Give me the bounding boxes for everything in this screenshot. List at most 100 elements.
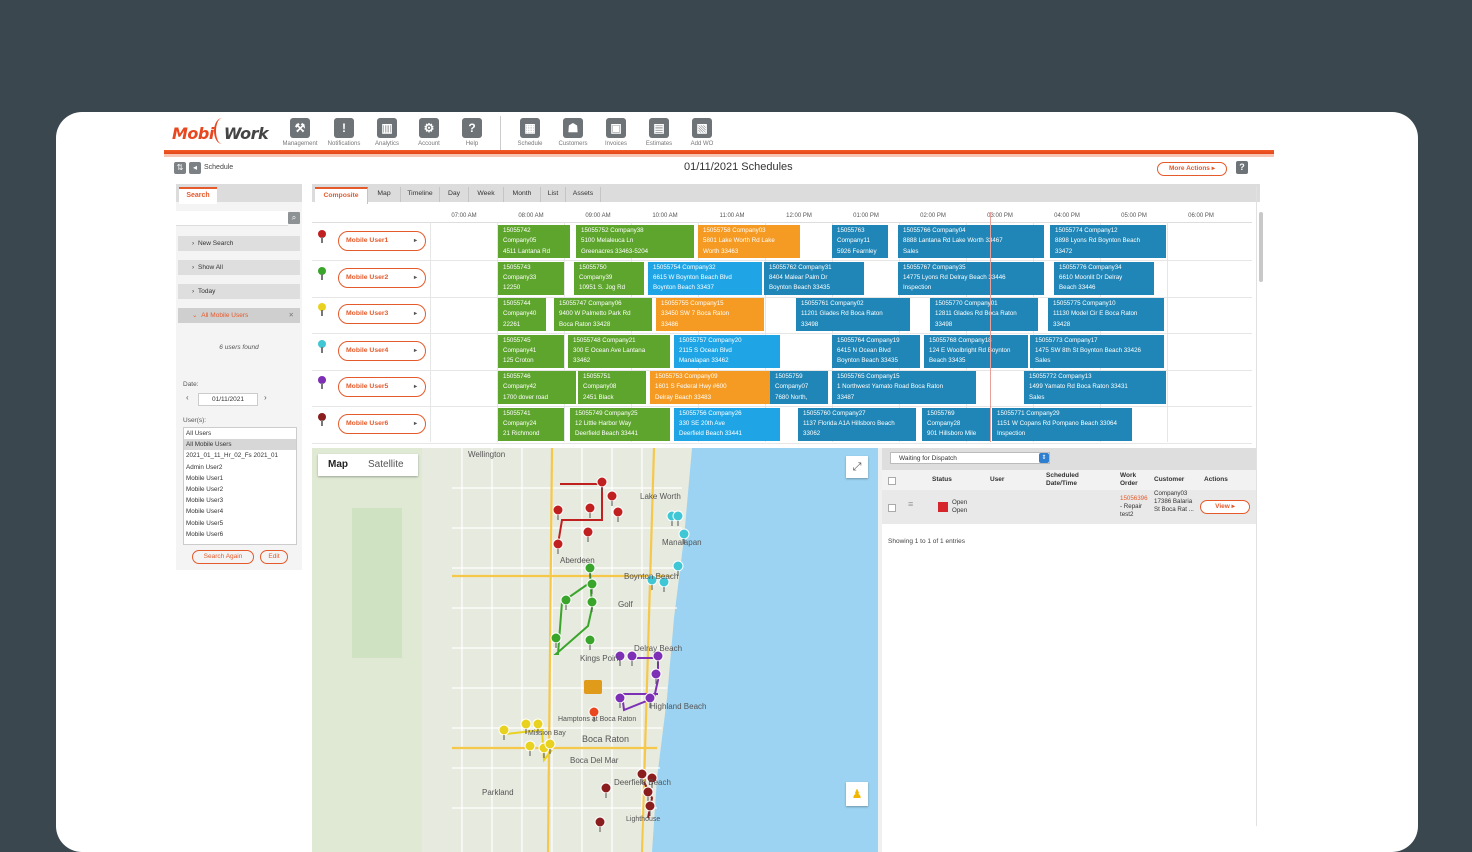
user-option[interactable]: Mobile User2 bbox=[184, 484, 296, 495]
map-marker-icon[interactable] bbox=[544, 738, 556, 750]
fullscreen-icon[interactable]: ⤢ bbox=[846, 456, 868, 478]
search-icon[interactable]: ⌕ bbox=[288, 212, 300, 224]
mobile-user-button[interactable]: Mobile User2 ▸ bbox=[338, 267, 426, 288]
job-block[interactable]: 15055769 Company28 901 Hillsboro Mile bbox=[922, 407, 990, 441]
nav-help-button[interactable]: ? Help bbox=[450, 118, 494, 147]
map-marker-icon[interactable] bbox=[672, 560, 684, 572]
map-marker-icon[interactable] bbox=[672, 510, 684, 522]
job-block[interactable]: 15055758 Company03 5801 Lake Worth Rd Lak… bbox=[698, 225, 800, 258]
mobile-user-button[interactable]: Mobile User4 ▸ bbox=[338, 340, 426, 361]
edit-button[interactable]: Edit bbox=[260, 550, 288, 564]
job-block[interactable]: 15055744 Company40 22261 bbox=[498, 298, 546, 331]
job-block[interactable]: 15055745 Company41 125 Croton bbox=[498, 334, 564, 368]
job-block[interactable]: 15055753 Company09 1601 S Federal Hwy #60… bbox=[650, 371, 770, 404]
close-icon[interactable]: ✕ bbox=[289, 308, 294, 323]
nav-customers-button[interactable]: ☗ Customers bbox=[551, 118, 595, 147]
nav-add-wo-button[interactable]: ▧ Add WO bbox=[680, 118, 724, 147]
job-block[interactable]: 15055757 Company20 2115 S Ocean Blvd Manal… bbox=[674, 334, 780, 368]
user-option[interactable]: Mobile User3 bbox=[184, 495, 296, 506]
header-status[interactable]: Status bbox=[932, 476, 952, 484]
mobile-user-button[interactable]: Mobile User5 ▸ bbox=[338, 377, 426, 397]
job-block[interactable]: 15055747 Company06 9400 W Palmetto Park R… bbox=[554, 298, 652, 331]
nav-management-button[interactable]: ⚒ Management bbox=[278, 118, 322, 147]
tab-composite[interactable]: Composite bbox=[315, 187, 368, 204]
map-marker-icon[interactable] bbox=[614, 692, 626, 704]
map-marker-icon[interactable] bbox=[594, 816, 606, 828]
mobile-user-button[interactable]: Mobile User3 ▸ bbox=[338, 304, 426, 324]
job-block[interactable]: 15055746 Company42 1700 dover road bbox=[498, 371, 576, 404]
street-view-icon[interactable]: ♟ bbox=[846, 782, 868, 806]
row-checkbox[interactable] bbox=[888, 504, 896, 512]
map-marker-icon[interactable] bbox=[600, 782, 612, 794]
job-block[interactable]: 15055775 Company10 11130 Model Cir E Boca… bbox=[1048, 298, 1164, 331]
map-marker-icon[interactable] bbox=[586, 578, 598, 590]
map-marker-icon[interactable] bbox=[520, 718, 532, 730]
job-block[interactable]: 15055743 Company33 12250 bbox=[498, 261, 564, 295]
header-user[interactable]: User bbox=[990, 476, 1004, 484]
map-marker-icon[interactable] bbox=[644, 800, 656, 812]
route-map[interactable]: Wellington Lake Worth Manalapan Boynton … bbox=[312, 448, 878, 852]
search-input[interactable] bbox=[176, 211, 288, 226]
truck-icon[interactable] bbox=[584, 680, 602, 694]
nav-account-button[interactable]: ⚙ Account bbox=[407, 118, 451, 147]
user-option[interactable]: Admin User2 bbox=[184, 462, 296, 473]
work-order-link[interactable]: 15056396 bbox=[1120, 495, 1148, 502]
job-block[interactable]: 15055776 Company34 6610 Moonlit Dr Delray… bbox=[1054, 261, 1154, 295]
map-marker-icon[interactable] bbox=[560, 594, 572, 606]
tab-day[interactable]: Day bbox=[440, 187, 469, 202]
job-block[interactable]: 15055749 Company25 12 Little Harbor Way De… bbox=[570, 407, 670, 441]
map-marker-icon[interactable] bbox=[582, 526, 594, 538]
job-block[interactable]: 15055766 Company04 8888 Lantana Rd Lake W… bbox=[898, 225, 1044, 258]
job-block[interactable]: 15055772 Company13 1499 Yamato Rd Boca Ra… bbox=[1024, 371, 1166, 404]
map-marker-icon[interactable] bbox=[650, 668, 662, 680]
map-marker-icon[interactable] bbox=[612, 506, 624, 518]
tab-month[interactable]: Month bbox=[504, 187, 541, 202]
map-marker-icon[interactable] bbox=[498, 724, 510, 736]
mobile-user-button[interactable]: Mobile User1 ▸ bbox=[338, 231, 426, 251]
job-block[interactable]: 15055767 Company35 14775 Lyons Rd Delray … bbox=[898, 261, 1044, 295]
mobile-user-button[interactable]: Mobile User6 ▸ bbox=[338, 413, 426, 434]
new-search-item[interactable]: › New Search bbox=[178, 236, 300, 251]
job-block[interactable]: 15055774 Company12 8898 Lyons Rd Boynton … bbox=[1050, 225, 1166, 258]
collapse-left-icon[interactable]: ⇅ bbox=[174, 162, 186, 174]
job-block[interactable]: 15055754 Company32 6615 W Boynton Beach B… bbox=[648, 261, 762, 295]
map-marker-icon[interactable] bbox=[552, 504, 564, 516]
user-option[interactable]: Mobile User4 bbox=[184, 506, 296, 517]
job-block[interactable]: 15055771 Company29 1151 W Copans Rd Pompa… bbox=[992, 407, 1132, 441]
help-icon[interactable]: ? bbox=[1236, 161, 1248, 174]
job-block[interactable]: 15055748 Company21 300 E Ocean Ave Lantan… bbox=[568, 334, 670, 368]
map-marker-icon[interactable] bbox=[596, 476, 608, 488]
header-scheduled[interactable]: Scheduled Date/Time bbox=[1046, 472, 1096, 488]
job-block[interactable]: 15055741 Company24 21 Richmond bbox=[498, 407, 564, 441]
user-option[interactable]: Mobile User6 bbox=[184, 529, 296, 540]
users-listbox[interactable]: All Users All Mobile Users 2021_01_11_Hr_0… bbox=[183, 427, 297, 545]
header-customer[interactable]: Customer bbox=[1154, 476, 1184, 484]
job-block[interactable]: 15055760 Company27 1137 Florida A1A Hills… bbox=[798, 407, 916, 441]
all-mobile-users-item[interactable]: ⌄ All Mobile Users ✕ bbox=[178, 308, 300, 323]
job-block[interactable]: 15055759 Company07 7680 North, bbox=[770, 371, 828, 404]
next-date-icon[interactable]: › bbox=[264, 393, 267, 402]
tab-list[interactable]: List bbox=[541, 187, 566, 202]
map-canvas[interactable] bbox=[312, 448, 878, 852]
search-again-button[interactable]: Search Again bbox=[192, 550, 254, 564]
table-row[interactable]: ≡ Open Open 15056396- Repair test2 Compan… bbox=[882, 490, 1256, 524]
job-block[interactable]: 15055765 Company15 1 Northwest Yamato Roa… bbox=[832, 371, 976, 404]
map-tab[interactable]: Map bbox=[328, 459, 348, 470]
job-block[interactable]: 15055763 Company11 5926 Fearnley bbox=[832, 225, 888, 258]
job-block[interactable]: 15055770 Company01 12811 Glades Rd Boca R… bbox=[930, 298, 1038, 331]
map-marker-icon[interactable] bbox=[584, 502, 596, 514]
job-block[interactable]: 15055764 Company19 6415 N Ocean Blvd Boynt… bbox=[832, 334, 920, 368]
job-block[interactable]: 15055750 Company39 10951 S. Jog Rd bbox=[574, 261, 644, 295]
map-marker-icon[interactable] bbox=[550, 632, 562, 644]
job-block[interactable]: 15055768 Company18 124 E Woolbright Rd Bo… bbox=[924, 334, 1028, 368]
map-marker-icon[interactable] bbox=[586, 596, 598, 608]
tab-map[interactable]: Map bbox=[368, 187, 401, 202]
job-block[interactable]: 15055762 Company31 8404 Malear Palm Dr Boy… bbox=[764, 261, 864, 295]
date-field[interactable]: 01/11/2021 bbox=[198, 393, 258, 406]
dispatch-filter-select[interactable]: Waiting for Dispatch ⇕ bbox=[890, 452, 1050, 464]
nav-analytics-button[interactable]: ▥ Analytics bbox=[365, 118, 409, 147]
nav-invoices-button[interactable]: ▣ Invoices bbox=[594, 118, 638, 147]
back-icon[interactable]: ◂ bbox=[189, 162, 201, 174]
show-all-item[interactable]: › Show All bbox=[178, 260, 300, 275]
job-block[interactable]: 15055761 Company02 11201 Glades Rd Boca R… bbox=[796, 298, 910, 331]
